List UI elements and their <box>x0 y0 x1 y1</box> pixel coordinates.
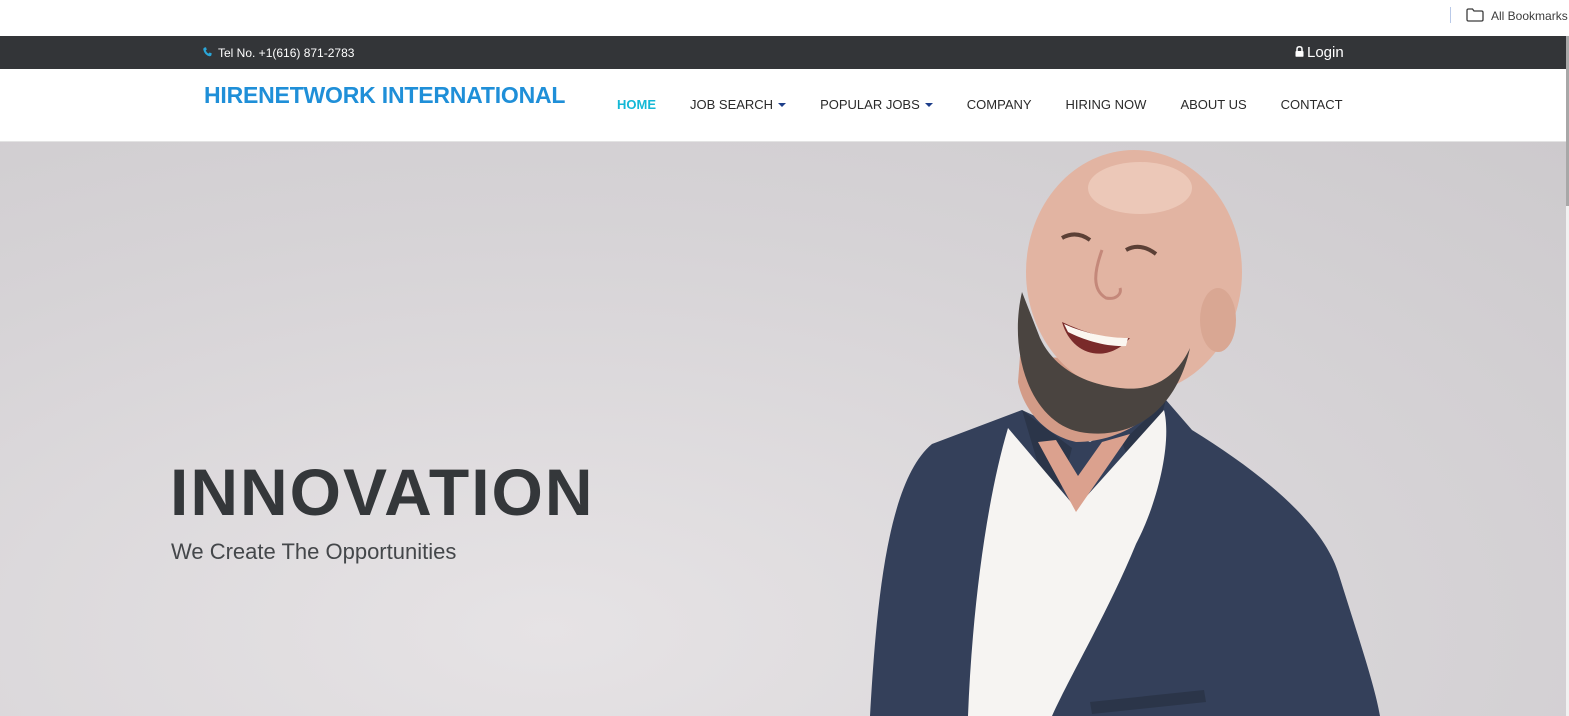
all-bookmarks-label: All Bookmarks <box>1491 9 1568 23</box>
login-link[interactable]: Login <box>1295 36 1344 69</box>
nav-job-search-label: JOB SEARCH <box>690 96 774 112</box>
nav-contact[interactable]: CONTACT <box>1281 95 1343 113</box>
nav-popular-jobs[interactable]: POPULAR JOBS <box>820 95 933 113</box>
caret-down-icon <box>924 103 933 107</box>
nav-job-search[interactable]: JOB SEARCH <box>690 95 787 113</box>
caret-down-icon <box>778 103 787 107</box>
top-contact-bar: Tel No. +1(616) 871-2783 Login <box>0 36 1566 69</box>
nav-company-label: COMPANY <box>966 96 1032 112</box>
bookmarks-divider <box>1450 7 1451 23</box>
hero-banner: INNOVATION We Create The Opportunities <box>0 142 1566 716</box>
nav-about-us-label: ABOUT US <box>1180 96 1247 112</box>
brand-logo[interactable]: HIRENETWORK INTERNATIONAL <box>204 82 565 109</box>
phone-icon <box>203 46 212 60</box>
bookmarks-bar: All Bookmarks <box>0 0 1569 36</box>
folder-icon <box>1466 7 1484 25</box>
login-label: Login <box>1307 44 1344 61</box>
all-bookmarks-button[interactable]: All Bookmarks <box>1466 6 1568 26</box>
nav-company[interactable]: COMPANY <box>967 95 1032 113</box>
page: All Bookmarks Tel No. +1(616) 871-2783 L… <box>0 0 1569 716</box>
nav-popular-jobs-label: POPULAR JOBS <box>820 96 920 112</box>
hero-subtitle: We Create The Opportunities <box>171 539 457 564</box>
main-nav: HOME JOB SEARCH POPULAR JOBS COMPANY HIR… <box>617 95 1377 113</box>
hero-title: INNOVATION <box>170 455 595 529</box>
phone-number: Tel No. +1(616) 871-2783 <box>218 45 355 60</box>
nav-contact-label: CONTACT <box>1280 96 1343 112</box>
hero-person-image <box>870 150 1380 716</box>
nav-hiring-now-label: HIRING NOW <box>1065 96 1147 112</box>
nav-header: HIRENETWORK INTERNATIONAL HOME JOB SEARC… <box>0 69 1566 142</box>
nav-home[interactable]: HOME <box>617 95 656 113</box>
nav-hiring-now[interactable]: HIRING NOW <box>1066 95 1147 113</box>
lock-icon <box>1295 44 1304 61</box>
phone-info: Tel No. +1(616) 871-2783 <box>203 36 354 69</box>
nav-about-us[interactable]: ABOUT US <box>1180 95 1246 113</box>
nav-home-label: HOME <box>617 96 656 112</box>
